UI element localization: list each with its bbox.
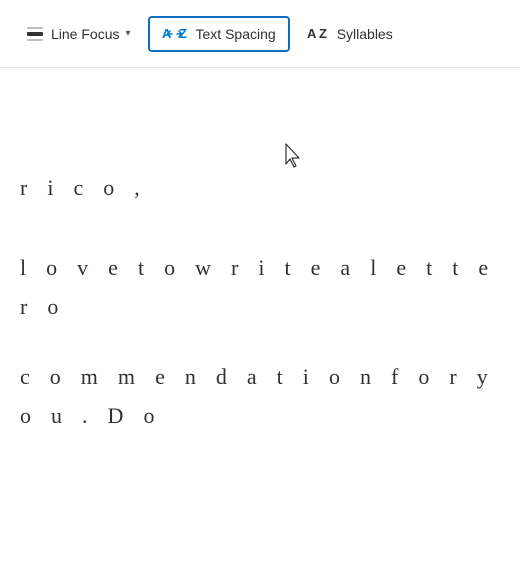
syllables-icon: A · Z xyxy=(307,24,331,44)
mouse-cursor xyxy=(283,142,303,170)
svg-text:·: · xyxy=(309,27,311,34)
text-spacing-label: Text Spacing xyxy=(196,26,276,42)
content-area: r i c o , l o v e t o w r i t e a l e t … xyxy=(0,68,520,588)
toolbar: Line Focus ▾ A Z Text Spacing A · Z Syll… xyxy=(0,0,520,68)
line-focus-dropdown-arrow: ▾ xyxy=(125,28,130,39)
syllables-button[interactable]: A · Z Syllables xyxy=(294,17,406,51)
syllables-label: Syllables xyxy=(337,26,393,42)
text-spacing-button[interactable]: A Z Text Spacing xyxy=(148,16,290,52)
content-line-1: r i c o , xyxy=(0,168,520,208)
content-line-3: c o m m e n d a t i o n f o r y o u . D … xyxy=(0,357,520,436)
line-focus-button[interactable]: Line Focus ▾ xyxy=(12,17,144,51)
line-focus-icon xyxy=(25,24,45,44)
svg-text:Z: Z xyxy=(319,26,327,41)
text-spacing-icon: A Z xyxy=(162,24,190,44)
content-line-2: l o v e t o w r i t e a l e t t e r o xyxy=(0,248,520,327)
line-focus-label: Line Focus xyxy=(51,26,119,42)
